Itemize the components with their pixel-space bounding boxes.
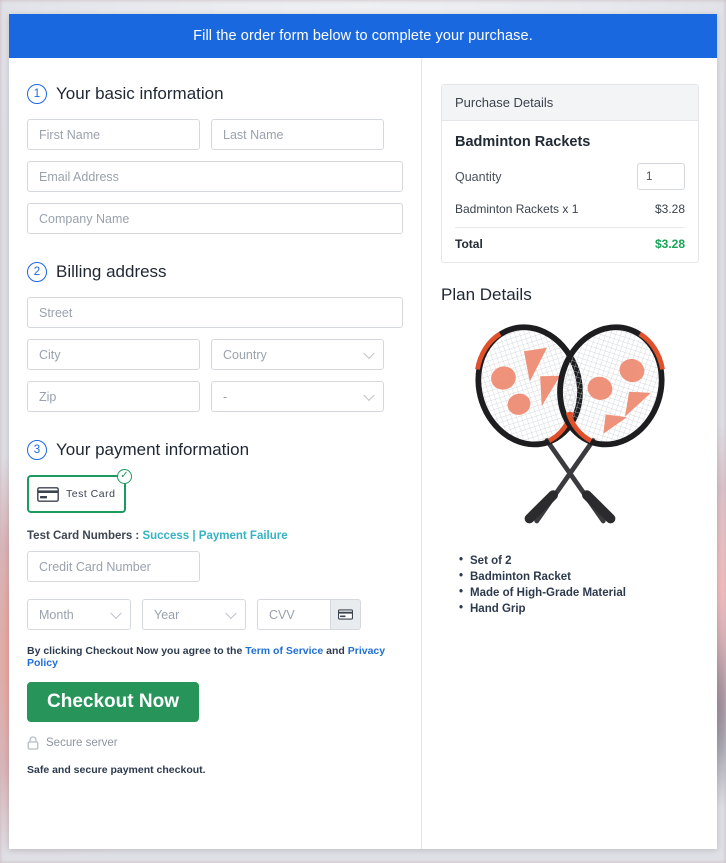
terms-prefix: By clicking Checkout Now you agree to th… [27, 645, 243, 657]
step-3-number: 3 [27, 440, 47, 460]
credit-card-row: Credit Card Number [27, 551, 403, 582]
step-1-title: Your basic information [56, 84, 224, 103]
zip-state-row: Zip - [27, 381, 403, 412]
test-card-label: Test Card [66, 488, 116, 500]
secure-server-label: Secure server [46, 737, 118, 749]
cvv-group: CVV [257, 599, 361, 630]
quantity-row: Quantity 1 [455, 163, 685, 190]
city-country-row: City Country [27, 339, 403, 370]
test-card-separator: | [192, 530, 196, 542]
last-name-input[interactable]: Last Name [211, 119, 384, 150]
chevron-down-icon [110, 607, 122, 619]
quantity-label: Quantity [455, 169, 502, 184]
year-select-value: Year [154, 607, 180, 622]
test-card-prefix: Test Card Numbers : [27, 530, 140, 542]
company-input[interactable]: Company Name [27, 203, 403, 234]
step-3-title: Your payment information [56, 440, 250, 459]
email-row: Email Address [27, 161, 403, 192]
state-select[interactable]: - [211, 381, 384, 412]
credit-card-number-input[interactable]: Credit Card Number [27, 551, 200, 582]
check-circle-icon: ✓ [117, 469, 132, 484]
state-select-value: - [223, 389, 228, 404]
first-name-input[interactable]: First Name [27, 119, 200, 150]
product-name: Badminton Rackets [455, 134, 591, 150]
credit-card-icon [37, 486, 59, 502]
badminton-rackets-image [475, 324, 665, 524]
street-row: Street [27, 297, 403, 328]
secure-server-note: Secure server [27, 736, 403, 750]
total-label: Total [455, 237, 483, 251]
purchase-details-panel: Purchase Details Badminton Rackets Quant… [441, 84, 699, 263]
list-item: Made of High-Grade Material [459, 586, 699, 599]
terms-of-service-link[interactable]: Term of Service [245, 645, 323, 657]
chevron-down-icon [225, 607, 237, 619]
cvv-input[interactable]: CVV [257, 599, 330, 630]
street-input[interactable]: Street [27, 297, 403, 328]
city-input[interactable]: City [27, 339, 200, 370]
month-select[interactable]: Month [27, 599, 131, 630]
test-card-failure-link[interactable]: Payment Failure [199, 530, 288, 542]
step-2-title: Billing address [56, 262, 167, 281]
list-item: Set of 2 [459, 554, 699, 567]
step-2-heading: 2 Billing address [27, 262, 403, 282]
lock-icon [27, 736, 39, 750]
purchase-details-title: Purchase Details [442, 85, 698, 121]
country-select[interactable]: Country [211, 339, 384, 370]
summary-column: Purchase Details Badminton Rackets Quant… [422, 58, 716, 849]
company-row: Company Name [27, 203, 403, 234]
terms-text: By clicking Checkout Now you agree to th… [27, 645, 403, 669]
checkout-button[interactable]: Checkout Now [27, 682, 199, 722]
cvv-help-button[interactable] [330, 599, 361, 630]
line-item-label: Badminton Rackets x 1 [455, 202, 579, 216]
step-1-number: 1 [27, 84, 47, 104]
quantity-input[interactable]: 1 [637, 163, 685, 190]
plan-details-title: Plan Details [441, 285, 532, 304]
test-card-option[interactable]: Test Card ✓ [27, 469, 132, 513]
year-select[interactable]: Year [142, 599, 246, 630]
step-3-heading: 3 Your payment information [27, 440, 403, 460]
total-row: Total $3.28 [455, 237, 685, 251]
banner-text: Fill the order form below to complete yo… [193, 28, 533, 44]
line-item-row: Badminton Rackets x 1 $3.28 [455, 202, 685, 228]
terms-and: and [326, 645, 345, 657]
credit-card-icon [338, 609, 353, 620]
purchase-details-body: Badminton Rackets Quantity 1 Badminton R… [442, 121, 698, 262]
name-row: First Name Last Name [27, 119, 403, 150]
checkout-card: Fill the order form below to complete yo… [9, 14, 717, 849]
step-2-number: 2 [27, 262, 47, 282]
test-card-numbers: Test Card Numbers : Success | Payment Fa… [27, 530, 403, 542]
zip-input[interactable]: Zip [27, 381, 200, 412]
form-layout: 1 Your basic information First Name Last… [9, 58, 717, 849]
plan-features-list: Set of 2 Badminton Racket Made of High-G… [459, 554, 699, 615]
step-1-heading: 1 Your basic information [27, 84, 403, 104]
safe-checkout-note: Safe and secure payment checkout. [27, 764, 206, 776]
chevron-down-icon [363, 389, 375, 401]
country-select-value: Country [223, 347, 267, 362]
expiry-cvv-row: Month Year CVV [27, 599, 403, 630]
month-select-value: Month [39, 607, 74, 622]
chevron-down-icon [363, 347, 375, 359]
email-input[interactable]: Email Address [27, 161, 403, 192]
line-item-amount: $3.28 [654, 202, 685, 216]
form-column: 1 Your basic information First Name Last… [9, 58, 422, 849]
test-card-success-link[interactable]: Success [142, 530, 189, 542]
banner: Fill the order form below to complete yo… [9, 14, 717, 58]
list-item: Badminton Racket [459, 570, 699, 583]
total-amount: $3.28 [654, 237, 685, 251]
list-item: Hand Grip [459, 602, 699, 615]
